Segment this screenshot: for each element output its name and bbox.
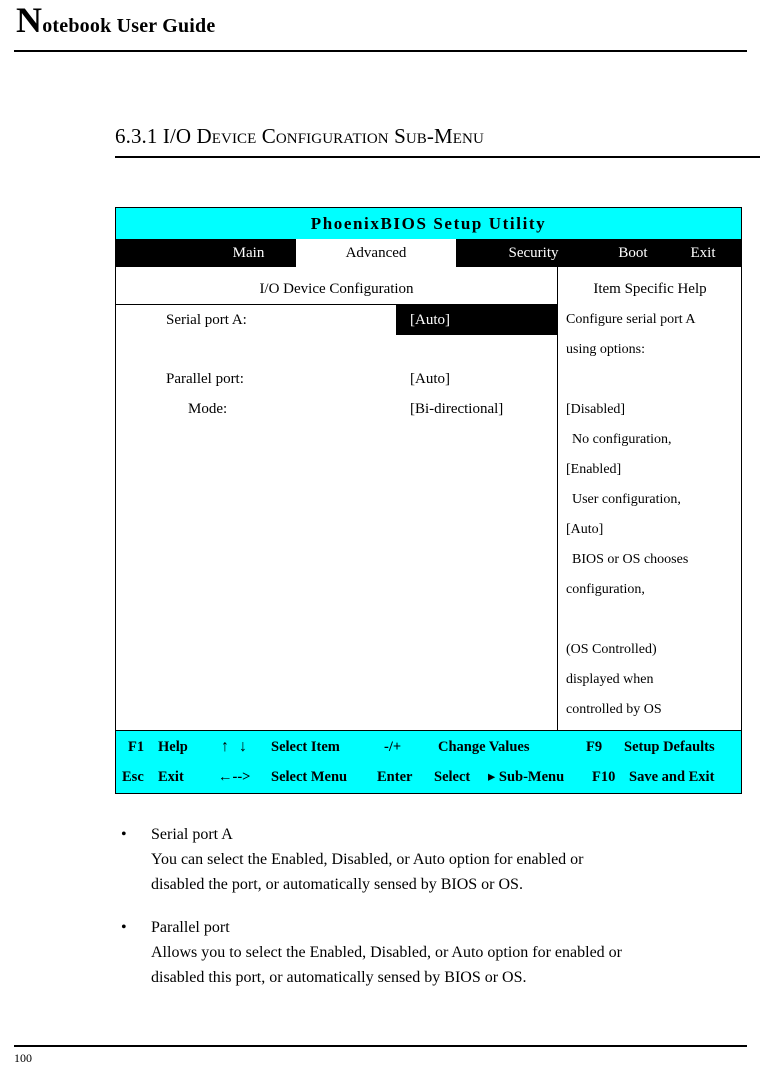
tab-advanced[interactable]: Advanced bbox=[296, 239, 456, 267]
bullet-icon: • bbox=[121, 826, 127, 843]
key-action-save-and-exit: Save and Exit bbox=[629, 769, 715, 785]
setting-row-parallel-port[interactable]: Parallel port: [Auto] bbox=[116, 364, 557, 394]
key-action-select-menu: Select Menu bbox=[271, 769, 348, 785]
document-title: Notebook User Guide bbox=[16, 2, 215, 38]
setting-value-mode[interactable]: [Bi-directional] bbox=[410, 394, 503, 424]
section-heading: 6.3.1 I/O Device Configuration Sub-Menu bbox=[115, 124, 760, 158]
key-action-help: Help bbox=[158, 739, 188, 755]
help-line: [Disabled] bbox=[566, 402, 626, 417]
help-line: User configuration, bbox=[572, 492, 681, 507]
arrow-up-down-icon: ↑ ↓ bbox=[221, 738, 250, 755]
section-heading-text: 6.3.1 I/O Device Configuration Sub-Menu bbox=[115, 124, 484, 148]
bullet-body-line: disabled this port, or automatically sen… bbox=[151, 969, 527, 986]
bullet-title: Parallel port bbox=[151, 919, 230, 936]
bios-key-legend-bar: F1 Help ↑ ↓ Select Item -/+ Change Value… bbox=[116, 730, 741, 793]
panel-header-item-specific-help: Item Specific Help bbox=[593, 281, 707, 297]
document-title-dropcap: N bbox=[16, 0, 43, 40]
bios-title-bar: PhoenixBIOS Setup Utility bbox=[116, 208, 741, 239]
setting-value-parallel-port[interactable]: [Auto] bbox=[410, 364, 450, 394]
help-line: [Enabled] bbox=[566, 462, 622, 477]
list-item: • Parallel port Allows you to select the… bbox=[115, 915, 760, 990]
bullet-heading-parallel-port: • Parallel port bbox=[115, 915, 760, 940]
help-line: No configuration, bbox=[572, 432, 672, 447]
document-title-rest: otebook User Guide bbox=[42, 15, 216, 37]
item-specific-help-panel: Configure serial port A using options: [… bbox=[558, 305, 742, 725]
panel-header-settings: I/O Device Configuration bbox=[259, 281, 414, 297]
help-line: [Auto] bbox=[566, 522, 604, 537]
arrow-left-right-icon: ←--> bbox=[218, 769, 251, 785]
bullet-body-line: You can select the Enabled, Disabled, or… bbox=[151, 851, 584, 868]
key-plus-minus[interactable]: -/+ bbox=[384, 732, 401, 762]
help-line: Configure serial port A bbox=[566, 312, 696, 327]
key-legend-row-1: F1 Help ↑ ↓ Select Item -/+ Change Value… bbox=[116, 732, 741, 762]
key-enter[interactable]: Enter bbox=[377, 762, 412, 792]
key-action-select: Select bbox=[434, 769, 471, 785]
page-running-header: Notebook User Guide bbox=[0, 0, 761, 52]
key-action-exit: Exit bbox=[158, 769, 184, 785]
settings-list: Serial port A: [Auto] Parallel port: [Au… bbox=[116, 305, 557, 424]
help-line: (OS Controlled) bbox=[566, 642, 657, 657]
help-line: displayed when bbox=[566, 672, 654, 687]
setting-row-spacer bbox=[116, 335, 557, 364]
bullet-body-line: Allows you to select the Enabled, Disabl… bbox=[151, 944, 623, 961]
tab-main[interactable]: Main bbox=[201, 239, 296, 267]
setting-row-serial-port-a[interactable]: Serial port A: [Auto] bbox=[116, 305, 557, 335]
help-line: using options: bbox=[566, 342, 645, 357]
panel-headers-row: I/O Device Configuration Item Specific H… bbox=[116, 267, 741, 305]
help-line: BIOS or OS chooses bbox=[572, 552, 689, 567]
setting-row-mode[interactable]: Mode: [Bi-directional] bbox=[116, 394, 557, 424]
bios-setup-window: PhoenixBIOS Setup Utility Main Advanced … bbox=[115, 207, 742, 794]
bios-menu-bar: Main Advanced Security Boot Exit bbox=[116, 239, 741, 267]
bullet-title: Serial port A bbox=[151, 826, 233, 843]
key-action-change-values: Change Values bbox=[438, 739, 530, 755]
bios-body: I/O Device Configuration Item Specific H… bbox=[116, 267, 741, 730]
list-item: • Serial port A You can select the Enabl… bbox=[115, 822, 760, 897]
help-line: configuration, bbox=[566, 582, 645, 597]
setting-label-parallel-port: Parallel port: bbox=[166, 371, 244, 387]
help-line: controlled by OS bbox=[566, 702, 662, 717]
bullet-list: • Serial port A You can select the Enabl… bbox=[115, 822, 760, 1008]
key-f9[interactable]: F9 bbox=[586, 732, 602, 762]
help-line-blank bbox=[566, 605, 742, 635]
setting-label-serial-port-a: Serial port A: bbox=[166, 312, 247, 328]
help-line-blank bbox=[566, 365, 742, 395]
submenu-triangle-icon: ▸ Sub-Menu bbox=[488, 769, 565, 785]
bullet-body-line: disabled the port, or automatically sens… bbox=[151, 876, 523, 893]
key-action-setup-defaults: Setup Defaults bbox=[624, 739, 715, 755]
key-esc[interactable]: Esc bbox=[122, 762, 144, 792]
tab-exit[interactable]: Exit bbox=[664, 239, 742, 267]
page-number: 100 bbox=[14, 1051, 32, 1065]
key-action-select-item: Select Item bbox=[271, 739, 340, 755]
section-heading-rule bbox=[115, 156, 760, 158]
key-f10[interactable]: F10 bbox=[592, 762, 615, 792]
setting-value-serial-port-a[interactable]: [Auto] bbox=[410, 305, 450, 335]
bullet-icon: • bbox=[121, 919, 127, 936]
setting-label-mode: Mode: bbox=[188, 401, 228, 417]
bullet-heading-serial-port-a: • Serial port A bbox=[115, 822, 760, 847]
key-f1[interactable]: F1 bbox=[128, 732, 144, 762]
footer-divider-rule bbox=[14, 1045, 747, 1047]
header-divider-rule bbox=[14, 50, 747, 52]
key-legend-row-2: Esc Exit ←--> Select Menu Enter Select ▸… bbox=[116, 762, 741, 792]
